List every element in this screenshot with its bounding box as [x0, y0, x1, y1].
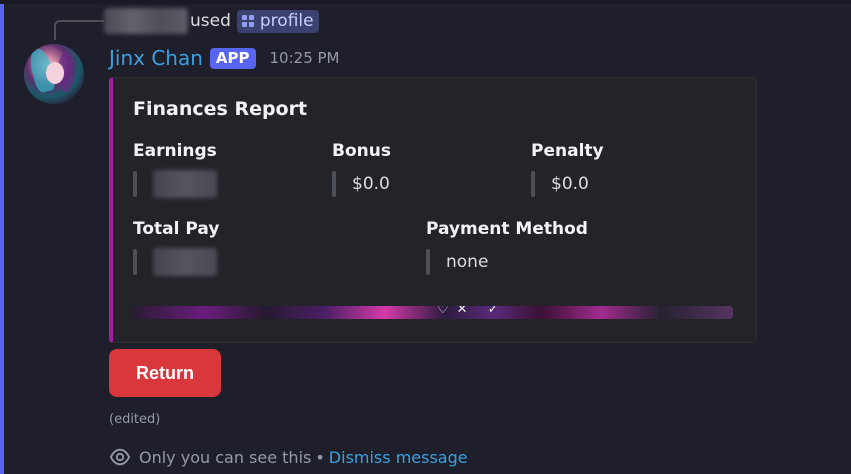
dismiss-message-link[interactable]: Dismiss message [329, 448, 468, 467]
field-bonus: Bonus $0.0 [332, 141, 391, 197]
edited-label: (edited) [109, 412, 161, 427]
mention-highlight-bar [0, 4, 4, 474]
field-name: Total Pay [133, 219, 220, 239]
slash-command-icon [241, 14, 254, 27]
interaction-header: used profile [104, 8, 319, 34]
field-value: $0.0 [551, 174, 589, 194]
eye-icon [109, 448, 131, 466]
redacted-invoker-name[interactable] [104, 8, 188, 34]
quote-bar [531, 171, 535, 197]
image-artwork-glyphs: ♡✕ ✓ [437, 306, 507, 317]
top-divider [0, 0, 851, 4]
field-value: $0.0 [352, 174, 390, 194]
used-text: used [190, 11, 231, 31]
quote-bar [426, 249, 430, 275]
field-value: none [446, 252, 489, 272]
embed-image[interactable]: ♡✕ ✓ [133, 306, 733, 319]
username[interactable]: Jinx Chan [109, 46, 203, 70]
field-payment-method: Payment Method none [426, 219, 588, 275]
embed-title: Finances Report [133, 98, 308, 120]
field-name: Earnings [133, 141, 217, 161]
field-earnings: Earnings [133, 141, 217, 198]
field-name: Bonus [332, 141, 391, 161]
command-name: profile [259, 10, 314, 31]
app-badge: APP [209, 47, 256, 69]
quote-bar [332, 171, 336, 197]
timestamp[interactable]: 10:25 PM [270, 49, 340, 67]
embed-card: Finances Report Earnings Bonus $0.0 Pena… [109, 77, 757, 343]
field-name: Payment Method [426, 219, 588, 239]
field-total-pay: Total Pay [133, 219, 220, 276]
field-name: Penalty [531, 141, 604, 161]
quote-bar [133, 171, 137, 197]
quote-bar [133, 249, 137, 275]
field-penalty: Penalty $0.0 [531, 141, 604, 197]
separator: • [315, 447, 325, 467]
command-mention[interactable]: profile [236, 9, 319, 33]
message-header: Jinx Chan APP 10:25 PM [109, 44, 340, 72]
redacted-value [153, 248, 217, 276]
return-button[interactable]: Return [109, 349, 221, 397]
avatar[interactable] [24, 44, 84, 104]
redacted-value [153, 170, 217, 198]
reply-spine [54, 20, 104, 40]
ephemeral-notice: Only you can see this • Dismiss message [109, 446, 468, 468]
ephemeral-text: Only you can see this [139, 447, 312, 467]
